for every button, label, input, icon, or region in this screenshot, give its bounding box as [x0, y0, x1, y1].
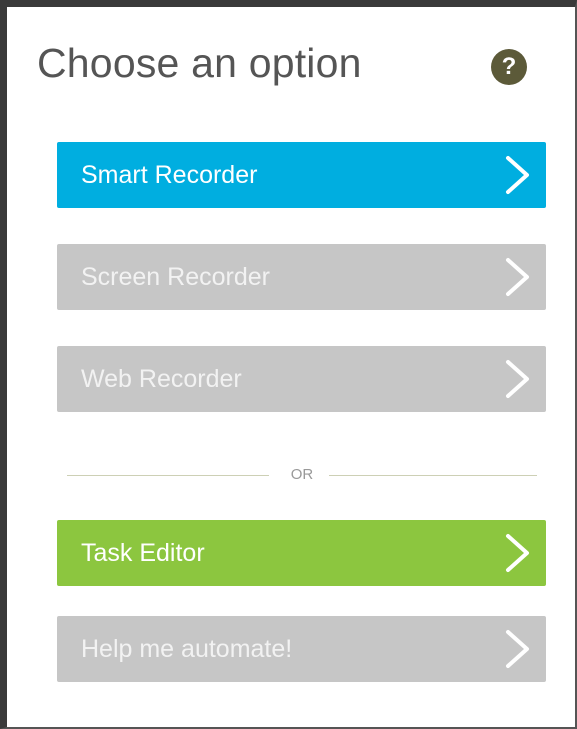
screen-recorder-label: Screen Recorder: [81, 262, 270, 291]
web-recorder-label: Web Recorder: [81, 364, 242, 393]
task-editor-label: Task Editor: [81, 538, 205, 567]
chevron-right-icon: [506, 534, 529, 572]
chevron-right-icon: [506, 630, 529, 668]
help-me-automate-button[interactable]: Help me automate!: [57, 616, 546, 682]
screen-recorder-button[interactable]: Screen Recorder: [57, 244, 546, 310]
chevron-right-icon: [506, 258, 529, 296]
help-icon[interactable]: ?: [491, 49, 527, 85]
or-divider: OR: [67, 466, 537, 483]
panel-title: Choose an option: [37, 40, 362, 86]
chevron-right-icon: [506, 360, 529, 398]
divider-line-right: [329, 475, 537, 476]
options-panel: Choose an option ? Smart Recorder Screen…: [0, 0, 577, 729]
web-recorder-button[interactable]: Web Recorder: [57, 346, 546, 412]
help-me-automate-label: Help me automate!: [81, 634, 293, 663]
task-editor-button[interactable]: Task Editor: [57, 520, 546, 586]
chevron-right-icon: [506, 156, 529, 194]
smart-recorder-label: Smart Recorder: [81, 160, 258, 189]
smart-recorder-button[interactable]: Smart Recorder: [57, 142, 546, 208]
